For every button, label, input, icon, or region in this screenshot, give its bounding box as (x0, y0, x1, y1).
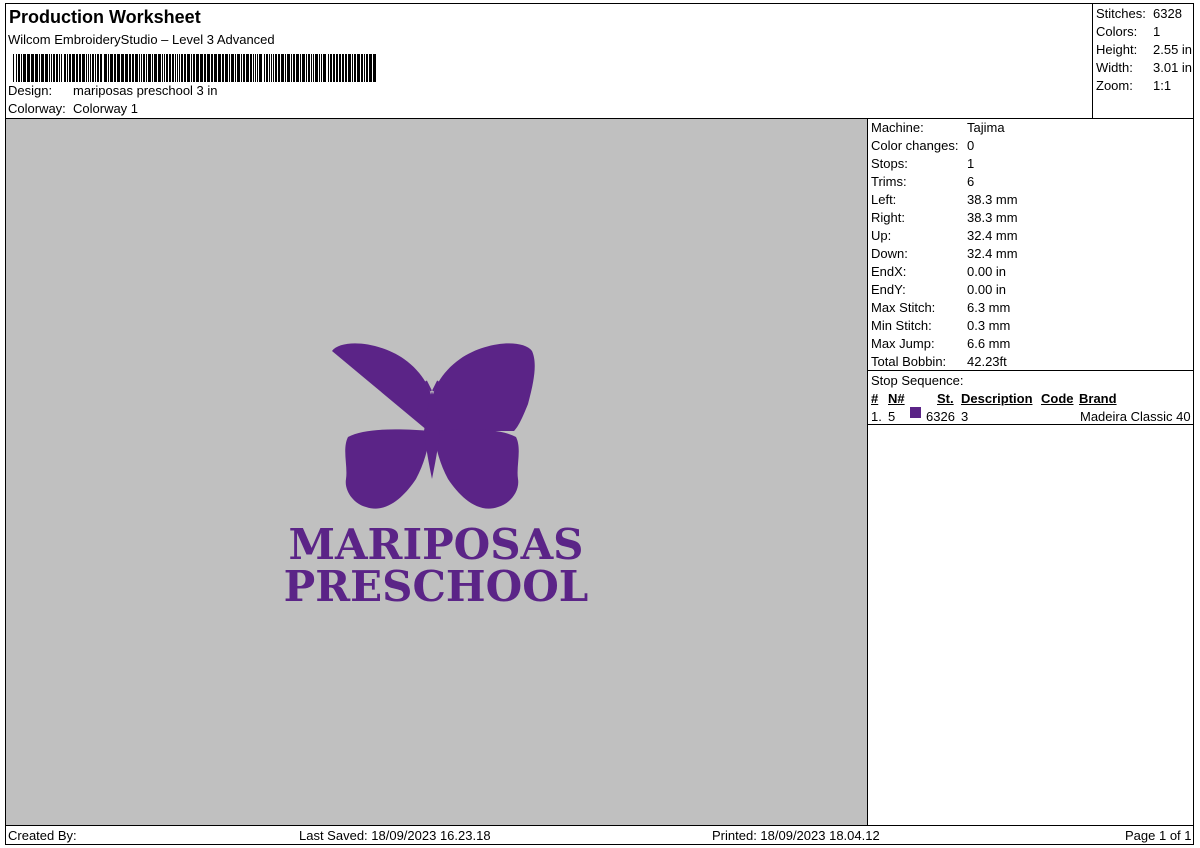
property-label: Min Stitch: (871, 318, 932, 333)
summary-box: Stitches: 6328 Colors: 1 Height: 2.55 in Wi… (1092, 3, 1194, 119)
height-value: 2.55 in (1153, 42, 1193, 57)
property-label: Trims: (871, 174, 907, 189)
property-label: EndX: (871, 264, 907, 279)
col-brand: Brand (1079, 391, 1117, 406)
property-row: Trims: 6 (871, 174, 974, 189)
design-value: mariposas preschool 3 in (73, 83, 218, 98)
software-name: Wilcom EmbroideryStudio – Level 3 Advanc… (8, 32, 275, 47)
colors-value: 1 (1153, 24, 1161, 39)
property-value: 38.3 mm (967, 192, 1018, 207)
property-label: Right: (871, 210, 905, 225)
row-description: 3 (961, 409, 969, 424)
design-label: Design: (8, 83, 53, 98)
property-row: Max Stitch: 6.3 mm (871, 300, 1010, 315)
property-label: Color changes: (871, 138, 959, 153)
property-label: Max Stitch: (871, 300, 936, 315)
property-label: Max Jump: (871, 336, 935, 351)
property-label: Stops: (871, 156, 908, 171)
property-row: Down: 32.4 mm (871, 246, 1018, 261)
property-label: Machine: (871, 120, 924, 135)
property-label: Down: (871, 246, 908, 261)
zoom-value: 1:1 (1153, 78, 1172, 93)
colorway-row: Colorway: Colorway 1 (8, 101, 138, 116)
row-brand: Madeira Classic 40 (1080, 409, 1191, 424)
row-num: 1. (871, 409, 882, 424)
width-row: Width: 3.01 in (1096, 60, 1192, 75)
page-title: Production Worksheet (9, 7, 201, 27)
property-row: EndX: 0.00 in (871, 264, 1006, 279)
property-row: EndY: 0.00 in (871, 282, 1006, 297)
colorway-label: Colorway: (8, 101, 66, 116)
color-swatch (910, 407, 921, 418)
property-row: Up: 32.4 mm (871, 228, 1018, 243)
width-label: Width: (1096, 60, 1133, 75)
height-row: Height: 2.55 in (1096, 42, 1192, 57)
design-row: Design: mariposas preschool 3 in (8, 83, 218, 98)
colors-row: Colors: 1 (1096, 24, 1160, 39)
col-code: Code (1041, 391, 1074, 406)
property-label: Up: (871, 228, 892, 243)
stitches-label: Stitches: (1096, 6, 1146, 21)
properties-panel: Machine: Tajima Color changes: 0 Stops: 1 Trim… (868, 119, 1193, 825)
property-value: 0.00 in (967, 282, 1007, 297)
property-value: 32.4 mm (967, 246, 1018, 261)
col-description: Description (961, 391, 1033, 406)
butterfly-icon (332, 343, 535, 509)
row-st: 6326 (926, 409, 955, 424)
property-row: Right: 38.3 mm (871, 210, 1018, 225)
col-n: N# (888, 391, 905, 406)
property-row: Stops: 1 (871, 156, 974, 171)
created-by: Created By: (8, 828, 77, 843)
property-value: Tajima (967, 120, 1005, 135)
colors-label: Colors: (1096, 24, 1138, 39)
colorway-value: Colorway 1 (73, 101, 139, 116)
property-value: 38.3 mm (967, 210, 1018, 225)
property-value: 0.00 in (967, 264, 1007, 279)
stitches-value: 6328 (1153, 6, 1182, 21)
page-number: Page 1 of 1 (1125, 828, 1192, 843)
property-value: 1 (967, 156, 975, 171)
last-saved: Last Saved: 18/09/2023 16.23.18 (299, 828, 491, 843)
stitches-row: Stitches: 6328 (1096, 6, 1182, 21)
property-value: 0 (967, 138, 975, 153)
property-value: 32.4 mm (967, 228, 1018, 243)
width-value: 3.01 in (1153, 60, 1193, 75)
zoom-label: Zoom: (1096, 78, 1133, 93)
worksheet-footer: Created By: Last Saved: 18/09/2023 16.23… (5, 825, 1194, 845)
printed-date: Printed: 18/09/2023 18.04.12 (712, 828, 880, 843)
design-preview: MARIPOSAS PRESCHOOL (6, 119, 868, 825)
property-label: EndY: (871, 282, 906, 297)
property-label: Left: (871, 192, 897, 207)
property-value: 42.23ft (967, 354, 1007, 369)
barcode-image (13, 54, 376, 82)
property-label: Total Bobbin: (871, 354, 947, 369)
zoom-row: Zoom: 1:1 (1096, 78, 1171, 93)
property-row: Machine: Tajima (871, 120, 1005, 135)
property-value: 6.3 mm (967, 300, 1011, 315)
property-value: 6.6 mm (967, 336, 1011, 351)
property-row: Left: 38.3 mm (871, 192, 1018, 207)
divider (868, 424, 1193, 425)
divider (868, 370, 1193, 371)
height-label: Height: (1096, 42, 1138, 57)
col-st: St. (937, 391, 954, 406)
property-value: 6 (967, 174, 975, 189)
property-row: Total Bobbin: 42.23ft (871, 354, 1007, 369)
property-row: Color changes: 0 (871, 138, 974, 153)
row-n: 5 (888, 409, 896, 424)
property-row: Min Stitch: 0.3 mm (871, 318, 1010, 333)
property-value: 0.3 mm (967, 318, 1011, 333)
design-artwork: MARIPOSAS PRESCHOOL (284, 343, 589, 611)
property-row: Max Jump: 6.6 mm (871, 336, 1010, 351)
design-text-line2: PRESCHOOL (284, 562, 589, 611)
col-num: # (871, 391, 879, 406)
stop-sequence-title: Stop Sequence: (871, 373, 964, 388)
worksheet-header: Production Worksheet Wilcom EmbroiderySt… (5, 3, 1194, 119)
